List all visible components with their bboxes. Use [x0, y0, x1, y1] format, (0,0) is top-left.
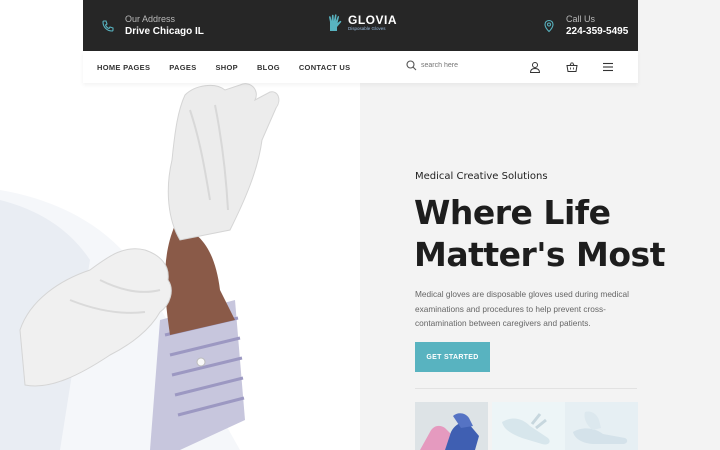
hero-headline: Where Life Matter's Most: [414, 192, 714, 276]
address-value: Drive Chicago IL: [125, 26, 204, 37]
thumbnail-gloves-3[interactable]: [565, 402, 638, 450]
thumbnail-gloves-1[interactable]: [415, 402, 488, 450]
phone-value[interactable]: 224-359-5495: [566, 25, 628, 39]
site-logo[interactable]: GLOVIA Disposable Gloves: [326, 13, 397, 33]
search-box[interactable]: [406, 60, 501, 71]
nav-item-shop[interactable]: SHOP: [216, 63, 238, 72]
top-info-bar: Our Address Drive Chicago IL GLOVIA Disp…: [83, 0, 638, 51]
thumbnail-image: [415, 402, 488, 450]
main-navigation: HOME PAGES PAGES SHOP BLOG CONTACT US: [83, 51, 638, 83]
address-block: Our Address Drive Chicago IL: [101, 13, 204, 39]
nav-item-home-pages[interactable]: HOME PAGES: [97, 63, 150, 72]
logo-name: GLOVIA: [348, 13, 398, 27]
thumbnail-image: [565, 402, 638, 450]
thumbnail-gloves-2[interactable]: [492, 402, 565, 450]
search-icon[interactable]: [406, 60, 417, 71]
search-input[interactable]: [421, 62, 501, 69]
get-started-button[interactable]: GET STARTED: [415, 342, 490, 372]
nav-item-blog[interactable]: BLOG: [257, 63, 280, 72]
phone-label: Call Us: [566, 14, 596, 24]
user-icon[interactable]: [529, 61, 541, 73]
basket-icon[interactable]: [566, 61, 578, 73]
thumbnail-image: [492, 402, 565, 450]
location-pin-icon: [544, 19, 554, 33]
menu-icon[interactable]: [602, 61, 614, 73]
nav-item-pages[interactable]: PAGES: [169, 63, 196, 72]
hero-headline-line2: Matter's Most: [414, 235, 665, 274]
hero-eyebrow: Medical Creative Solutions: [415, 171, 548, 182]
nav-item-contact-us[interactable]: CONTACT US: [299, 63, 351, 72]
divider: [415, 388, 637, 389]
hero-headline-line1: Where Life: [414, 193, 611, 232]
address-label: Our Address: [125, 14, 176, 24]
glove-logo-icon: [329, 14, 342, 32]
phone-icon: [102, 20, 114, 32]
hero-description: Medical gloves are disposable gloves use…: [415, 289, 629, 328]
phone-block: Call Us 224-359-5495: [542, 13, 628, 39]
